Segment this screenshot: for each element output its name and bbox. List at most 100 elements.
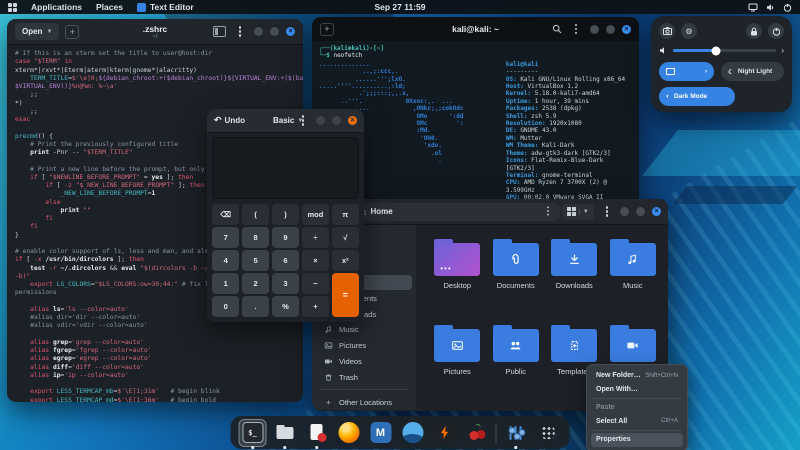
dock-item-burpsuite[interactable] — [432, 420, 458, 446]
places-menu[interactable]: Places — [96, 2, 123, 12]
calc-key-x²[interactable]: x² — [332, 250, 359, 271]
maximize-button[interactable] — [270, 27, 279, 36]
minimize-button[interactable] — [254, 27, 263, 36]
folder-public[interactable]: Public — [487, 321, 546, 407]
sidebar-item-music[interactable]: Music — [316, 322, 412, 338]
calc-key-([interactable]: ( — [242, 204, 269, 225]
path-bar[interactable]: ⌂ Home — [356, 203, 560, 221]
calc-key-⌫[interactable]: ⌫ — [212, 204, 239, 225]
volume-icon[interactable] — [766, 3, 775, 12]
folder-downloads[interactable]: Downloads — [545, 235, 604, 321]
calc-key-π[interactable]: π — [332, 204, 359, 225]
neofetch-info-row: Terminal: gnome-terminal — [506, 172, 632, 179]
calc-key-4[interactable]: 4 — [212, 250, 239, 271]
volume-slider-knob[interactable] — [712, 46, 721, 55]
moon-icon: ☾ — [728, 68, 734, 76]
calc-key-+[interactable]: + — [302, 296, 329, 317]
menu-item-accel: Shift+Ctrl+N — [645, 373, 678, 379]
menu-kebab-icon[interactable] — [606, 210, 608, 212]
calc-key-9[interactable]: 9 — [272, 227, 299, 248]
power-button[interactable] — [768, 23, 784, 39]
undo-button[interactable]: ↶ Undo — [214, 115, 245, 126]
calc-key-=[interactable]: = — [332, 273, 359, 317]
calc-key-8[interactable]: 8 — [242, 227, 269, 248]
new-document-button[interactable]: + — [65, 25, 79, 39]
settings-gear-button[interactable]: ⚙ — [681, 23, 697, 39]
clock[interactable]: Sep 27 11:59 — [374, 2, 425, 12]
calc-key-7[interactable]: 7 — [212, 227, 239, 248]
minimize-button[interactable] — [590, 25, 599, 34]
volume-slider[interactable] — [673, 49, 776, 52]
power-icon[interactable] — [783, 3, 792, 12]
maximize-button[interactable] — [606, 25, 615, 34]
menu-item-select-all[interactable]: Select AllCtrl+A — [591, 415, 683, 429]
dock-item-tweaks[interactable] — [503, 420, 529, 446]
calc-key-)[interactable]: ) — [272, 204, 299, 225]
activities-grid-icon[interactable] — [8, 3, 17, 12]
calculator-display[interactable] — [212, 137, 359, 199]
dark-mode-toggle[interactable]: ◐ Dark Mode — [659, 87, 735, 106]
menu-item-paste[interactable]: Paste — [591, 401, 683, 415]
maximize-button[interactable] — [636, 207, 645, 216]
dock-item-firefox[interactable] — [336, 420, 362, 446]
menu-kebab-icon[interactable] — [239, 30, 241, 32]
mode-dropdown[interactable]: Basic▼ — [273, 116, 303, 125]
calc-key-1[interactable]: 1 — [212, 273, 239, 294]
dock-item-show-apps[interactable] — [535, 420, 561, 446]
screen-share-icon[interactable] — [748, 3, 758, 12]
chevron-right-icon[interactable]: › — [781, 46, 784, 55]
calc-key-5[interactable]: 5 — [242, 250, 269, 271]
focused-app-menu[interactable]: Text Editor — [137, 2, 194, 12]
path-options-kebab-icon[interactable] — [547, 211, 549, 213]
dock-item-metasploit[interactable]: M — [368, 420, 394, 446]
minimize-button[interactable] — [620, 207, 629, 216]
dock-item-cherrytree[interactable] — [464, 420, 490, 446]
folder-music[interactable]: Music — [604, 235, 663, 321]
new-tab-button[interactable]: + — [320, 23, 334, 36]
calc-key-mod[interactable]: mod — [302, 204, 329, 225]
menu-item-new-folder[interactable]: New Folder…Shift+Ctrl+N — [591, 369, 683, 383]
maximize-button[interactable] — [332, 116, 341, 125]
screen-settings-pill[interactable]: › — [659, 62, 714, 81]
calc-key-%[interactable]: % — [272, 296, 299, 317]
close-button[interactable]: × — [348, 116, 357, 125]
calc-key-.[interactable]: . — [242, 296, 269, 317]
minimize-button[interactable] — [316, 116, 325, 125]
close-button[interactable]: × — [622, 25, 631, 34]
folder-pictures[interactable]: Pictures — [428, 321, 487, 407]
calc-key-0[interactable]: 0 — [212, 296, 239, 317]
sidebar-item-other-locations[interactable]: +Other Locations — [316, 394, 412, 410]
folder-desktop[interactable]: •••Desktop — [428, 235, 487, 321]
calc-key-√[interactable]: √ — [332, 227, 359, 248]
sidebar-item-videos[interactable]: Videos — [316, 354, 412, 370]
calc-key-2[interactable]: 2 — [242, 273, 269, 294]
calc-key-−[interactable]: − — [302, 273, 329, 294]
calc-key-×[interactable]: × — [302, 250, 329, 271]
search-icon[interactable] — [552, 24, 562, 34]
calc-key-÷[interactable]: ÷ — [302, 227, 329, 248]
screenshot-button[interactable] — [659, 23, 675, 39]
calc-key-3[interactable]: 3 — [272, 273, 299, 294]
night-light-toggle[interactable]: ☾ Night Light — [721, 62, 784, 81]
close-button[interactable]: × — [652, 207, 661, 216]
dock-item-files[interactable] — [272, 420, 298, 446]
close-button[interactable]: × — [286, 27, 295, 36]
sidebar-item-pictures[interactable]: Pictures — [316, 338, 412, 354]
code-line: TERM_TITLE=$'\e]0;${debian_chroot:+($deb… — [15, 75, 295, 83]
dock-item-cutter[interactable] — [400, 420, 426, 446]
menu-item-open-with[interactable]: Open With… — [591, 383, 683, 397]
folder-documents[interactable]: Documents — [487, 235, 546, 321]
neofetch-info: kali@kali --------- OS: Kali GNU/Linux R… — [506, 61, 632, 207]
applications-menu[interactable]: Applications — [31, 2, 82, 12]
open-button[interactable]: Open▼ — [15, 23, 59, 40]
video-camera-icon — [324, 357, 333, 366]
lock-button[interactable] — [746, 23, 762, 39]
dock-item-text-editor[interactable] — [304, 420, 330, 446]
side-panel-icon[interactable] — [213, 26, 226, 37]
menu-kebab-icon[interactable] — [575, 28, 577, 30]
menu-item-properties[interactable]: Properties — [591, 433, 683, 447]
calc-key-6[interactable]: 6 — [272, 250, 299, 271]
view-toggle-button[interactable]: ▼ — [562, 204, 594, 220]
sidebar-item-trash[interactable]: Trash — [316, 370, 412, 386]
dock-item-terminal[interactable]: $_ — [240, 420, 266, 446]
